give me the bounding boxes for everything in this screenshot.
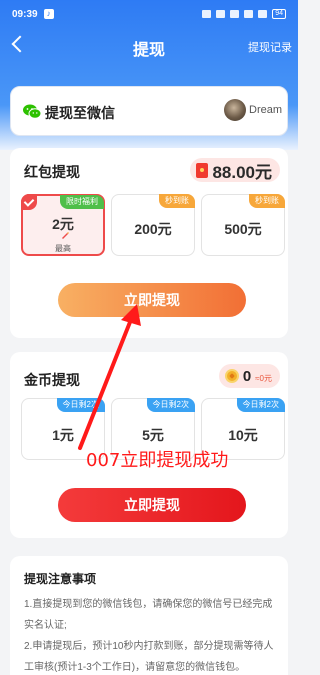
mute-icon: [202, 10, 212, 18]
bluetooth-icon: [216, 10, 226, 18]
option-sub: 最高: [55, 244, 71, 253]
redpack-withdraw-button[interactable]: 立即提现: [58, 283, 246, 317]
pencil-icon: [62, 232, 69, 239]
note-line-1: 1.直接提现到您的微信钱包，请确保您的微信号已经完成实名认证;: [24, 599, 273, 631]
note-line-2: 2.申请提现后，预计10秒内打款到账，部分提现需等待人工审核(预计1-3个工作日…: [24, 641, 274, 673]
signal-icon: [258, 10, 268, 18]
nav-bar: 提现 提现记录: [0, 28, 298, 64]
withdraw-history-link[interactable]: 提现记录: [248, 39, 292, 55]
network-icon: [230, 10, 240, 18]
redpack-title: 红包提现: [24, 164, 80, 180]
option-tag: 限时福利: [60, 195, 104, 209]
status-icons: 94: [202, 9, 286, 19]
option-amount: 500元: [224, 221, 262, 237]
redpack-balance: 88.00元: [190, 158, 280, 182]
option-tag: 今日剩2次: [56, 398, 105, 412]
tiktok-icon: ♪: [43, 9, 54, 19]
coin-icon: [224, 369, 239, 383]
redpack-option-3[interactable]: 秒到账 500元: [201, 194, 285, 256]
wechat-target-card[interactable]: 提现至微信 Dream: [10, 86, 288, 136]
option-amount: 10元: [228, 427, 258, 443]
notes-title: 提现注意事项: [24, 572, 97, 586]
battery-icon: 94: [272, 9, 286, 19]
option-amount: 5元: [142, 427, 164, 443]
status-time: 09:39: [12, 8, 38, 20]
wechat-icon: [23, 104, 41, 119]
wifi-icon: [244, 10, 254, 18]
coin-balance: 0 ≈0元: [218, 364, 280, 388]
check-icon: [21, 194, 37, 210]
wechat-label: 提现至微信: [45, 105, 115, 121]
option-amount: 200元: [134, 221, 172, 237]
redpack-balance-value: 88.00元: [212, 162, 272, 182]
redpack-withdraw-card: 红包提现 88.00元 限时福利 2元 最高 秒到账 200元 秒到账 500元…: [10, 148, 288, 338]
annotation-text: 007立即提现成功: [86, 450, 229, 471]
red-packet-icon: [196, 162, 209, 178]
redpack-option-1[interactable]: 限时福利 2元 最高: [21, 194, 105, 256]
option-tag: 秒到账: [249, 194, 285, 208]
coin-title: 金币提现: [24, 372, 80, 388]
avatar: [224, 99, 246, 121]
option-amount: 1元: [52, 427, 74, 443]
status-bar: 09:39 ♪ 94: [0, 0, 298, 28]
coin-withdraw-card: 金币提现 0 ≈0元 今日剩2次 1元 今日剩2次 5元 今日剩2次 10元 立…: [10, 352, 288, 538]
username: Dream: [249, 104, 283, 116]
option-tag: 今日剩2次: [146, 398, 195, 412]
coin-balance-equivalent: ≈0元: [255, 373, 272, 383]
redpack-option-2[interactable]: 秒到账 200元: [111, 194, 195, 256]
notes-card: 提现注意事项 1.直接提现到您的微信钱包，请确保您的微信号已经完成实名认证; 2…: [10, 556, 288, 675]
option-tag: 今日剩2次: [236, 398, 285, 412]
option-tag: 秒到账: [159, 194, 195, 208]
coin-withdraw-button[interactable]: 立即提现: [58, 488, 246, 522]
coin-balance-value: 0: [242, 367, 252, 385]
